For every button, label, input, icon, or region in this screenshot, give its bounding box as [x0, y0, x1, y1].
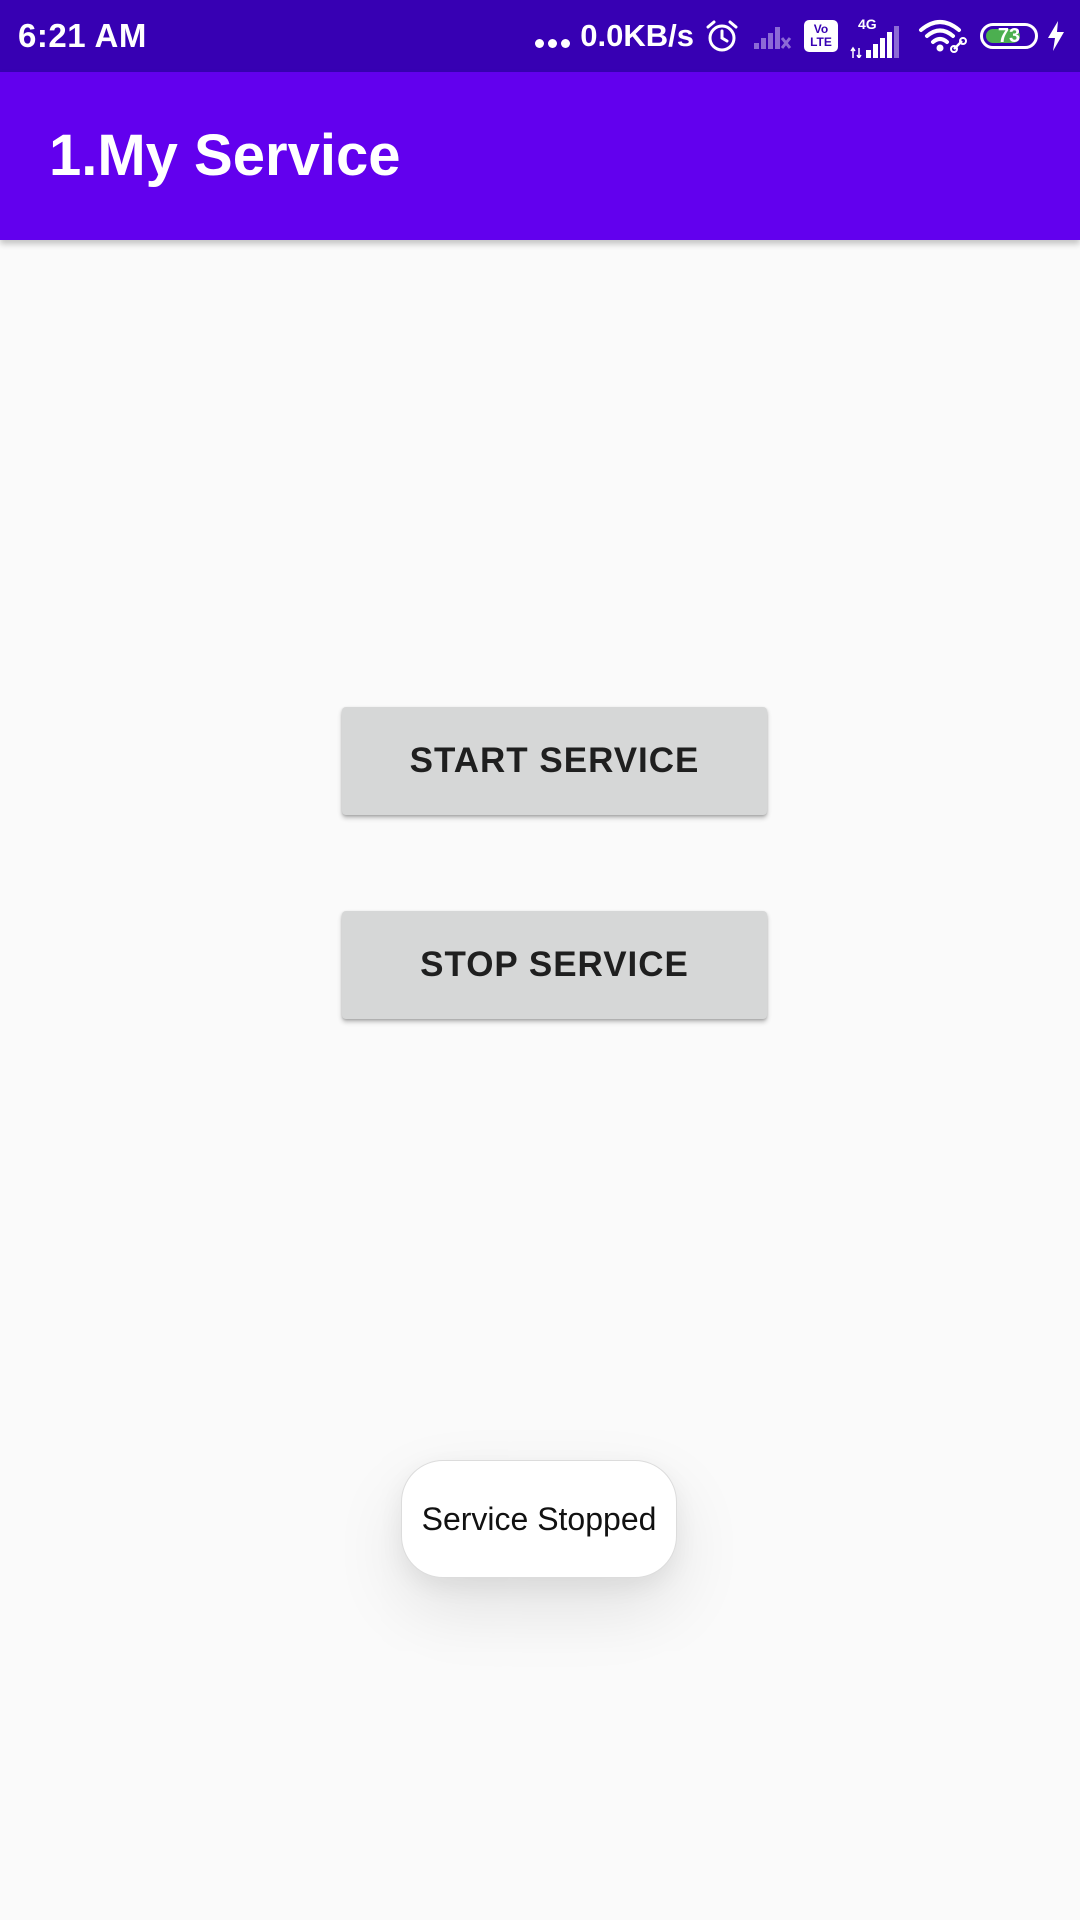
volte-label-bottom: LTE	[810, 35, 832, 49]
toast-message: Service Stopped	[401, 1460, 677, 1578]
signal-no-service-icon	[752, 21, 792, 51]
charging-bolt-icon	[1046, 20, 1066, 52]
start-service-button[interactable]: START SERVICE	[342, 707, 767, 815]
wifi-icon	[918, 19, 968, 53]
stop-service-button[interactable]: STOP SERVICE	[342, 911, 767, 1019]
network-speed: 0.0KB/s	[580, 18, 694, 53]
volte-icon: Vo LTE	[804, 20, 838, 52]
battery-icon: 73	[980, 23, 1038, 49]
alarm-icon	[704, 18, 740, 54]
app-bar: 1.My Service	[0, 72, 1080, 240]
status-time: 6:21 AM	[18, 17, 147, 54]
status-bar: 6:21 AM 0.0KB/s Vo LTE 4G 73	[0, 0, 1080, 72]
status-icons: 0.0KB/s Vo LTE 4G 73	[535, 0, 1066, 72]
signal-4g-icon: 4G	[850, 14, 906, 58]
network-type-label: 4G	[858, 16, 877, 32]
battery-level: 73	[997, 25, 1021, 47]
app-title: 1.My Service	[49, 123, 401, 188]
more-dots-icon	[535, 25, 574, 48]
